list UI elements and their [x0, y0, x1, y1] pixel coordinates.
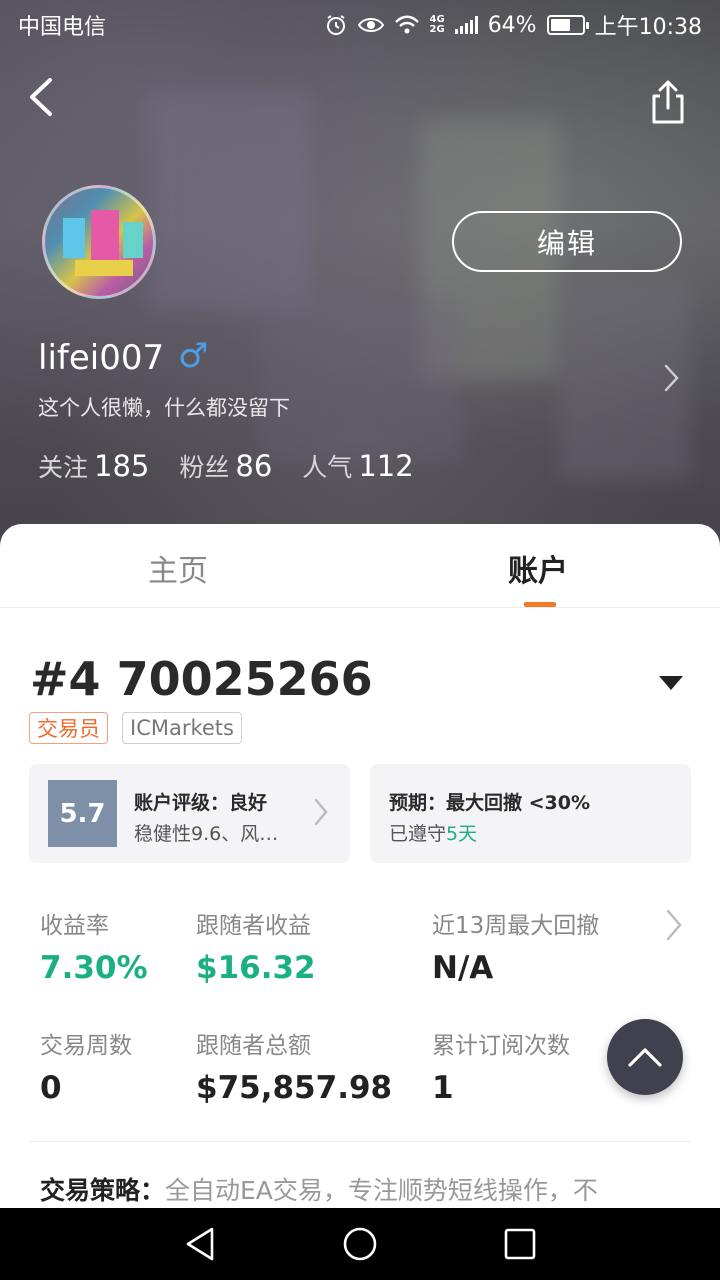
carrier-name: 中国电信: [18, 15, 107, 40]
status-bar: 中国电信 4G 2G 64% 上午10:38: [0, 0, 720, 50]
nav-back-icon[interactable]: [182, 1226, 218, 1262]
tab-bar: 主页 账户: [0, 524, 720, 608]
stat-label: 关注: [38, 453, 89, 482]
account-title: #4 70025266: [30, 652, 373, 706]
system-navigation-bar: [0, 1208, 720, 1280]
rating-score: 5.7: [48, 780, 117, 847]
metric-follower-profit: 跟随者收益 $16.32: [196, 906, 316, 986]
share-icon[interactable]: [646, 78, 690, 126]
dropdown-triangle-icon[interactable]: [658, 674, 684, 692]
metric-value: N/A: [432, 950, 494, 986]
scroll-to-top-button[interactable]: [607, 1019, 683, 1095]
metric-label: 收益率: [40, 913, 109, 939]
expectation-panel: 预期：最大回撤 <30% 已遵守5天: [370, 764, 691, 863]
alarm-icon: [326, 15, 345, 35]
stat-value: 86: [235, 449, 273, 483]
stat-followers[interactable]: 粉丝 86: [179, 448, 272, 484]
metric-label: 近13周最大回撤: [432, 913, 600, 939]
battery-icon: [546, 15, 589, 35]
profile-header: 中国电信 4G 2G 64% 上午10:38 编辑 lifei007 ♂ 这个人很…: [0, 0, 720, 560]
background-blur-shape: [150, 90, 310, 310]
wifi-icon: [394, 15, 419, 34]
metric-follower-total: 跟随者总额 $75,857.98: [196, 1026, 392, 1106]
metric-label: 累计订阅次数: [432, 1033, 570, 1059]
metric-value: $75,857.98: [196, 1070, 393, 1106]
metric-value: $16.32: [196, 950, 316, 986]
eye-icon: [357, 18, 384, 32]
divider: [29, 1141, 691, 1142]
metric-value: 1: [432, 1070, 454, 1106]
rating-detail: 稳健性9.6、风…: [134, 823, 279, 845]
rating-title: 账户评级：良好: [134, 792, 268, 814]
chevron-up-icon: [628, 1048, 662, 1067]
metric-subscriptions: 累计订阅次数 1: [432, 1026, 570, 1106]
expectation-days: 5天: [446, 823, 478, 845]
stat-value: 112: [358, 449, 414, 483]
nav-home-icon[interactable]: [342, 1226, 378, 1262]
metric-value: 7.30%: [40, 950, 148, 986]
avatar[interactable]: [42, 185, 156, 299]
username: lifei007: [38, 338, 165, 378]
profile-stats: 关注 185 粉丝 86 人气 112: [38, 448, 414, 484]
clock: 上午10:38: [594, 15, 702, 40]
role-badge: 交易员: [29, 712, 108, 744]
tab-account[interactable]: 账户: [508, 546, 568, 590]
stat-value: 185: [94, 449, 150, 483]
metric-return-rate: 收益率 7.30%: [40, 906, 148, 986]
expectation-detail: 已遵守5天: [389, 819, 477, 846]
stat-popularity[interactable]: 人气 112: [302, 448, 413, 484]
strategy-label: 交易策略：: [40, 1176, 166, 1205]
expectation-title: 预期：最大回撤 <30%: [389, 792, 591, 814]
metric-label: 交易周数: [40, 1033, 132, 1059]
content-card: 主页 账户 #4 70025266 交易员 ICMarkets 5.7 账户评级…: [0, 524, 720, 1214]
trading-strategy: 交易策略：全自动EA交易，专注顺势短线操作，不: [40, 1171, 598, 1207]
nav-recent-apps-icon[interactable]: [504, 1228, 536, 1260]
chevron-right-icon[interactable]: [660, 362, 682, 394]
stat-following[interactable]: 关注 185: [38, 448, 149, 484]
battery-percent: 64%: [487, 12, 537, 38]
strategy-text: 全自动EA交易，专注顺势短线操作，不: [165, 1176, 598, 1205]
tab-active-indicator: [524, 602, 556, 607]
stat-label: 粉丝: [179, 453, 230, 482]
account-rating-panel[interactable]: 5.7 账户评级：良好 稳健性9.6、风…: [29, 764, 350, 863]
chevron-right-icon: [314, 798, 328, 826]
signal-icon: [454, 16, 478, 34]
metric-value: 0: [40, 1070, 62, 1106]
stat-label: 人气: [302, 453, 353, 482]
tab-home[interactable]: 主页: [148, 546, 208, 590]
background-blur-shape: [260, 300, 460, 460]
back-arrow-icon[interactable]: [22, 72, 62, 122]
network-type: 4G 2G: [429, 14, 445, 35]
gender-male-icon: ♂: [178, 336, 209, 376]
metric-max-drawdown: 近13周最大回撤 N/A: [432, 906, 599, 986]
broker-badge: ICMarkets: [122, 712, 242, 744]
metric-label: 跟随者收益: [196, 913, 311, 939]
edit-profile-button[interactable]: 编辑: [452, 211, 682, 272]
bio-text: 这个人很懒，什么都没留下: [38, 396, 290, 420]
expectation-prefix: 已遵守: [389, 823, 447, 845]
metric-trading-weeks: 交易周数 0: [40, 1026, 132, 1106]
metric-label: 跟随者总额: [196, 1033, 311, 1059]
chevron-right-icon[interactable]: [664, 908, 684, 942]
